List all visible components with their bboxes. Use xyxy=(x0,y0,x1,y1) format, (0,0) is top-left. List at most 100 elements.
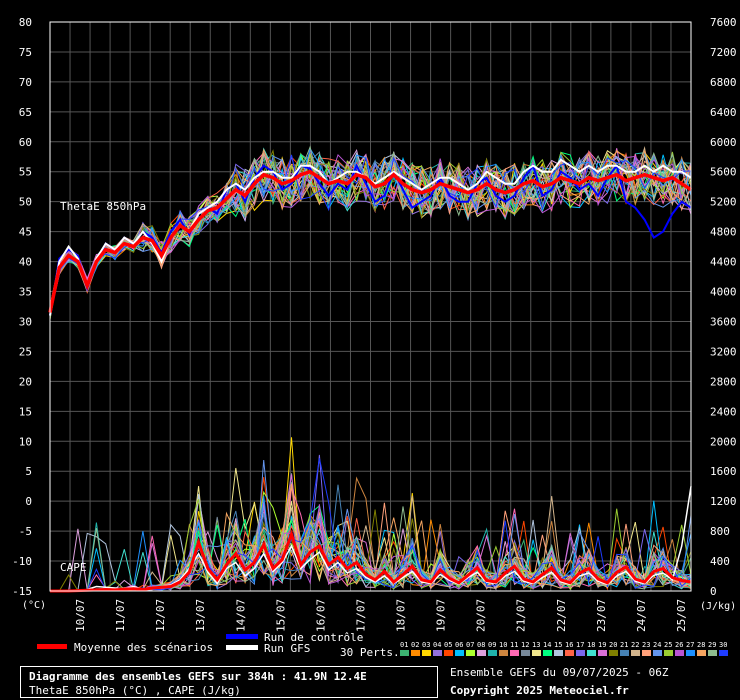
pert-swatch xyxy=(642,650,651,656)
pert-number: 10 xyxy=(499,641,507,649)
left-tick-label: 25 xyxy=(19,345,32,358)
pert-number: 24 xyxy=(653,641,661,649)
pert-number: 26 xyxy=(675,641,683,649)
pert-number: 25 xyxy=(664,641,672,649)
pert-swatch xyxy=(488,650,497,656)
pert-number: 28 xyxy=(697,641,705,649)
pert-number: 18 xyxy=(587,641,595,649)
x-tick-label: 10/07 xyxy=(74,599,87,632)
legend-control-swatch xyxy=(226,634,258,639)
pert-number: 15 xyxy=(554,641,562,649)
left-tick-label: 65 xyxy=(19,106,32,119)
left-tick-label: 5 xyxy=(25,465,32,478)
right-tick-label: 4000 xyxy=(710,286,737,299)
right-tick-label: 6000 xyxy=(710,136,737,149)
left-tick-label: 75 xyxy=(19,46,32,59)
pert-swatch xyxy=(609,650,618,656)
x-tick-label: 11/07 xyxy=(114,599,127,632)
x-tick-label: 18/07 xyxy=(395,599,408,632)
left-tick-label: 20 xyxy=(19,375,32,388)
right-tick-label: 5200 xyxy=(710,196,737,209)
left-tick-label: 40 xyxy=(19,256,32,269)
pert-swatch xyxy=(598,650,607,656)
pert-swatch xyxy=(576,650,585,656)
left-tick-label: 30 xyxy=(19,315,32,328)
pert-swatch xyxy=(532,650,541,656)
pert-swatch xyxy=(554,650,563,656)
pert-number: 30 xyxy=(719,641,727,649)
pert-number: 09 xyxy=(488,641,496,649)
pert-swatch xyxy=(400,650,409,656)
cape-label: CAPE xyxy=(60,561,87,574)
pert-number: 20 xyxy=(609,641,617,649)
left-tick-label: 70 xyxy=(19,76,32,89)
pert-swatch xyxy=(631,650,640,656)
right-tick-label: 3600 xyxy=(710,315,737,328)
left-axis-unit: (°C) xyxy=(22,600,46,611)
pert-number: 02 xyxy=(411,641,419,649)
pert-number: 23 xyxy=(642,641,650,649)
pert-number: 19 xyxy=(598,641,606,649)
pert-swatch xyxy=(455,650,464,656)
right-axis-unit: (J/kg) xyxy=(700,601,736,612)
right-tick-label: 1200 xyxy=(710,495,737,508)
footer-title: Diagramme des ensembles GEFS sur 384h : … xyxy=(29,670,367,683)
pert-number: 05 xyxy=(444,641,452,649)
pert-number: 13 xyxy=(532,641,540,649)
left-tick-label: 80 xyxy=(19,16,32,29)
pert-number: 17 xyxy=(576,641,584,649)
left-tick-label: 45 xyxy=(19,226,32,239)
pert-swatch xyxy=(565,650,574,656)
pert-swatch xyxy=(477,650,486,656)
pert-swatch xyxy=(675,650,684,656)
footer-box: Diagramme des ensembles GEFS sur 384h : … xyxy=(20,666,438,698)
x-tick-label: 12/07 xyxy=(154,599,167,632)
pert-swatch xyxy=(708,650,717,656)
legend-gfs-swatch xyxy=(226,645,258,650)
pert-swatch xyxy=(499,650,508,656)
right-tick-label: 4800 xyxy=(710,226,737,239)
x-tick-label: 14/07 xyxy=(234,599,247,632)
left-tick-label: 10 xyxy=(19,435,32,448)
left-tick-label: -15 xyxy=(12,585,32,598)
pert-number: 22 xyxy=(631,641,639,649)
right-tick-label: 6400 xyxy=(710,106,737,119)
right-tick-label: 0 xyxy=(710,585,717,598)
ensemble-chart: 80757065605550454035302520151050-5-10-15… xyxy=(0,0,740,700)
legend-mean-label: Moyenne des scénarios xyxy=(74,641,213,654)
x-tick-label: 22/07 xyxy=(555,599,568,632)
pert-swatch xyxy=(422,650,431,656)
pert-swatch xyxy=(587,650,596,656)
pert-swatch xyxy=(411,650,420,656)
right-tick-label: 4400 xyxy=(710,256,737,269)
pert-number: 29 xyxy=(708,641,716,649)
right-tick-label: 800 xyxy=(710,525,730,538)
legend-gfs-label: Run GFS xyxy=(264,642,310,655)
thetae-label: ThetaE 850hPa xyxy=(60,200,146,213)
pert-swatch xyxy=(444,650,453,656)
pert-swatch xyxy=(620,650,629,656)
x-tick-label: 13/07 xyxy=(194,599,207,632)
left-tick-label: -10 xyxy=(12,555,32,568)
pert-number: 11 xyxy=(510,641,518,649)
left-tick-label: 55 xyxy=(19,166,32,179)
right-tick-label: 6800 xyxy=(710,76,737,89)
left-tick-label: 15 xyxy=(19,405,32,418)
right-tick-label: 5600 xyxy=(710,166,737,179)
x-tick-label: 24/07 xyxy=(635,599,648,632)
right-tick-label: 7200 xyxy=(710,46,737,59)
pert-swatch xyxy=(521,650,530,656)
right-tick-label: 1600 xyxy=(710,465,737,478)
left-tick-label: 60 xyxy=(19,136,32,149)
right-tick-label: 2400 xyxy=(710,405,737,418)
left-tick-label: 35 xyxy=(19,286,32,299)
pert-number: 16 xyxy=(565,641,573,649)
pert-number: 04 xyxy=(433,641,441,649)
x-tick-label: 21/07 xyxy=(515,599,528,632)
pert-swatch xyxy=(653,650,662,656)
pert-number: 07 xyxy=(466,641,474,649)
left-tick-label: 0 xyxy=(25,495,32,508)
pert-number: 08 xyxy=(477,641,485,649)
right-tick-label: 400 xyxy=(710,555,730,568)
x-tick-label: 15/07 xyxy=(274,599,287,632)
